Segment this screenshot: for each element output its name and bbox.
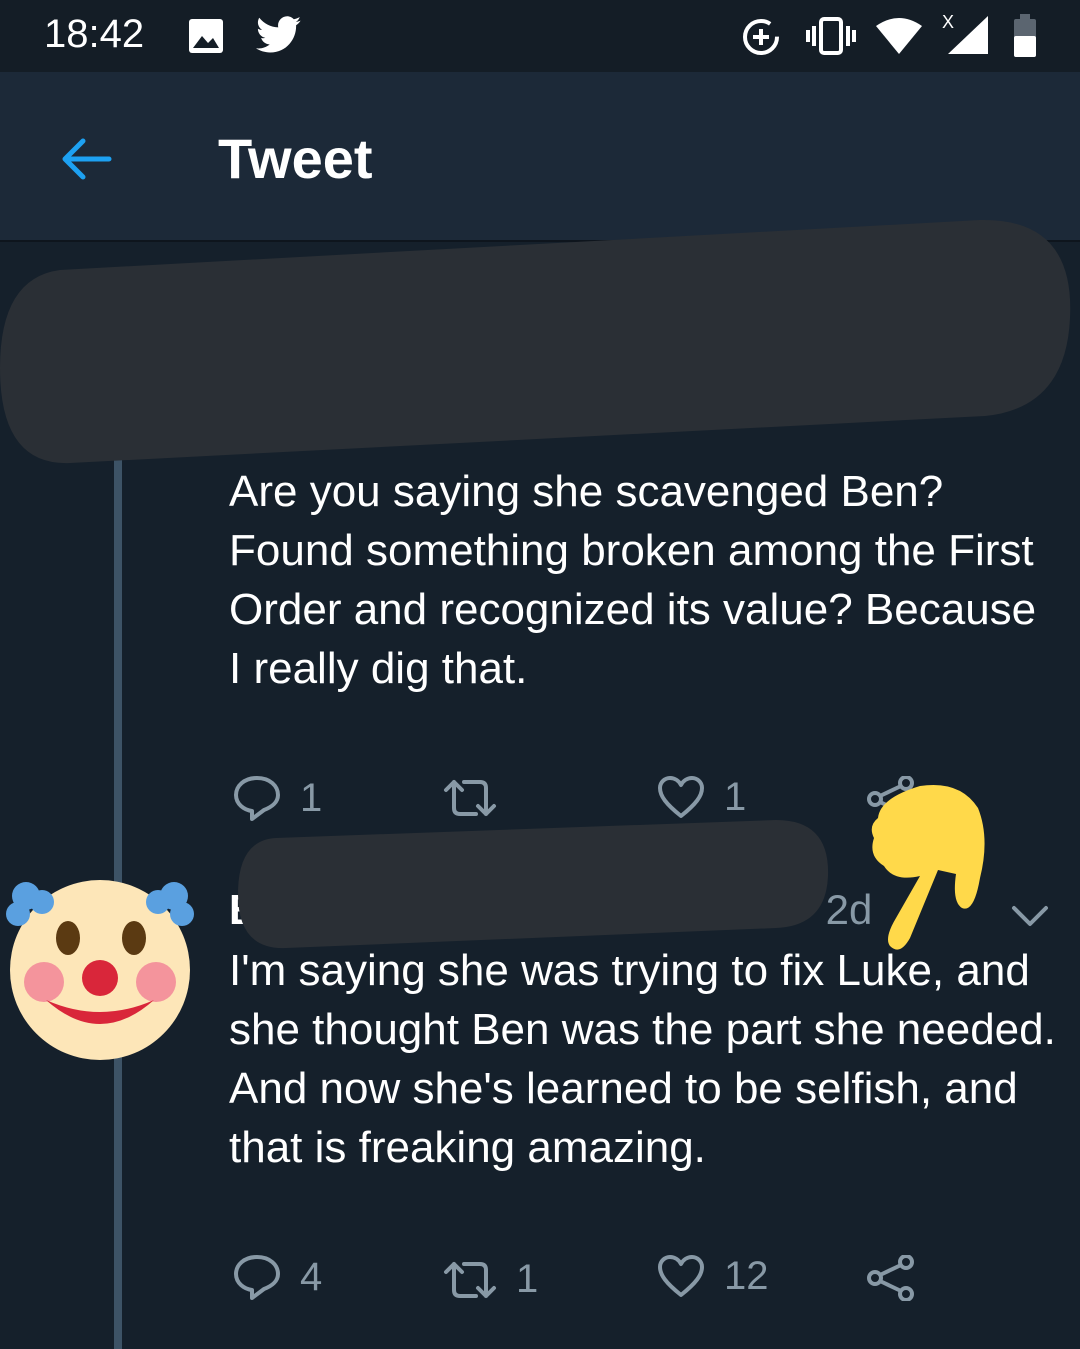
svg-text:X: X <box>942 12 954 32</box>
reply-count: 4 <box>300 1254 323 1299</box>
reply-icon <box>234 776 280 821</box>
wifi-icon <box>876 18 922 54</box>
status-time: 18:42 <box>44 12 145 56</box>
reply-button[interactable]: 1 <box>232 774 322 822</box>
battery-icon <box>1014 14 1036 57</box>
status-bar: 18:42 X <box>0 0 1080 72</box>
data-saver-icon <box>743 19 779 55</box>
back-button[interactable] <box>50 124 120 194</box>
retweet-icon <box>444 780 496 816</box>
tweet-text: Are you saying she scavenged Ben? Found … <box>229 467 1037 693</box>
tweet-text: I'm saying she was trying to fix Luke, a… <box>229 946 1056 1172</box>
retweet-icon <box>444 1261 496 1298</box>
signal-icon: X <box>942 12 988 54</box>
retweet-button[interactable] <box>442 778 516 818</box>
pointing-hand-icon <box>871 784 985 950</box>
reply-button[interactable]: 4 <box>232 1253 322 1301</box>
retweet-count: 1 <box>516 1257 539 1301</box>
heart-icon <box>658 1255 704 1297</box>
retweet-button[interactable]: 1 <box>442 1257 538 1302</box>
chevron-down-icon[interactable] <box>1010 900 1050 930</box>
vibrate-icon <box>806 17 856 55</box>
twitter-icon <box>256 16 302 53</box>
image-icon <box>189 19 223 53</box>
reply-icon <box>234 1255 280 1300</box>
redaction-scribble <box>238 820 829 949</box>
heart-icon <box>658 776 704 818</box>
like-count: 1 <box>724 774 747 819</box>
avatar[interactable] <box>0 878 200 1068</box>
reply-count: 1 <box>300 775 323 820</box>
like-button[interactable]: 1 <box>656 774 746 820</box>
page-title: Tweet <box>218 127 373 190</box>
app-bar: Tweet <box>0 72 1080 242</box>
like-button[interactable]: 12 <box>656 1253 769 1299</box>
arrow-left-icon <box>62 138 112 180</box>
like-count: 12 <box>724 1253 769 1298</box>
redaction-scribble <box>0 219 1071 464</box>
share-icon <box>867 1255 914 1301</box>
share-button[interactable] <box>866 1255 916 1301</box>
